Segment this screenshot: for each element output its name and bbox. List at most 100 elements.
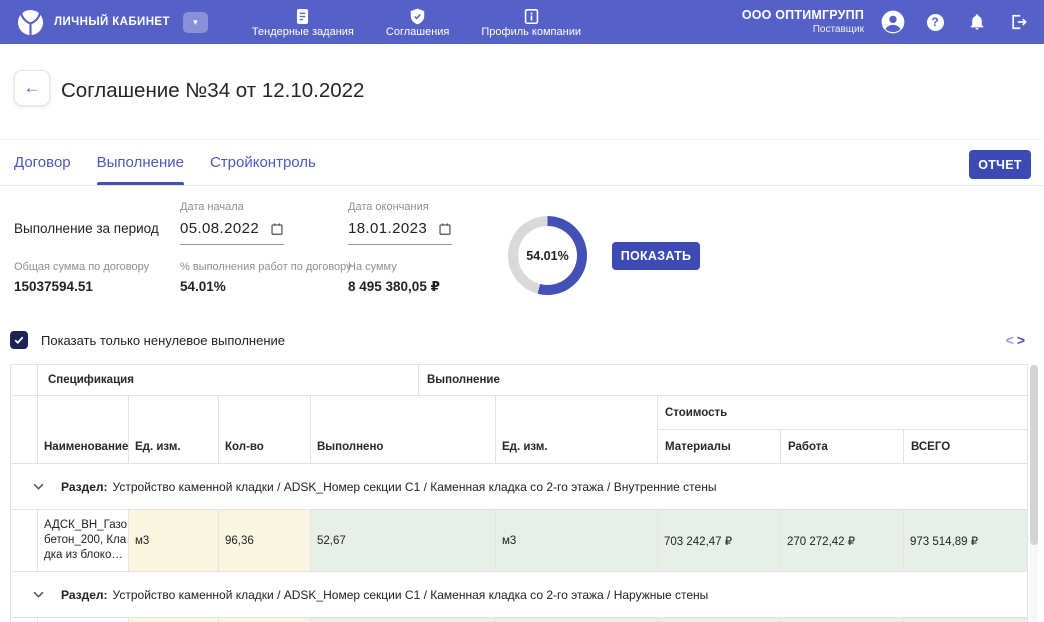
execution-table: Спецификация Выполнение Наименование мат… — [10, 364, 1028, 622]
calendar-icon[interactable] — [438, 222, 452, 236]
column-header-unit: Ед. изм. — [129, 396, 219, 463]
company-info-icon — [522, 7, 541, 26]
calendar-icon[interactable] — [270, 222, 284, 236]
section-row[interactable]: Раздел: Устройство каменной кладки / ADSK… — [11, 464, 1027, 510]
row-expand-cell — [11, 618, 38, 622]
tab-construction-control[interactable]: Стройконтроль — [210, 140, 316, 185]
column-header-work: Работа — [781, 430, 904, 463]
date-end-value: 18.01.2023 — [348, 220, 427, 237]
tabs-bar: Договор Выполнение Стройконтроль ОТЧЕТ — [0, 139, 1044, 186]
scroll-right-icon[interactable]: > — [1017, 331, 1025, 349]
expand-column-header — [11, 365, 38, 395]
date-start-label: Дата начала — [180, 201, 284, 213]
date-start-input[interactable]: 05.08.2022 — [180, 220, 284, 245]
cell-work — [781, 618, 904, 622]
cell-material-name: АДСК_ВН_Газобетон_200, Кладка из блоков … — [38, 510, 129, 571]
tabs: Договор Выполнение Стройконтроль — [0, 140, 1044, 185]
group-header-specification: Спецификация — [38, 365, 419, 395]
completion-donut-label: 54.01% — [508, 216, 587, 295]
sum-stat: На сумму 8 495 380,05 ₽ — [348, 261, 440, 295]
brand[interactable]: ЛИЧНЫЙ КАБИНЕТ ▾ — [0, 9, 208, 36]
completion-donut: 54.01% — [508, 216, 587, 295]
nav-item-company-profile[interactable]: Профиль компании — [481, 7, 581, 38]
brand-dropdown-button[interactable]: ▾ — [183, 12, 208, 33]
percent-done-stat: % выполнения работ по договору 54.01% — [180, 261, 352, 294]
column-header-done: Выполнено — [311, 396, 496, 463]
nonzero-checkbox[interactable] — [10, 331, 28, 349]
table-row[interactable]: АДСК_ВН_Газобетон_200, Кладка из блоков … — [11, 510, 1027, 572]
document-icon — [293, 7, 312, 26]
tab-execution[interactable]: Выполнение — [97, 140, 184, 185]
row-expand-cell — [11, 510, 38, 571]
table-column-header-row: Наименование материала Ед. изм. Кол-во В… — [11, 396, 1027, 464]
sum-label: На сумму — [348, 261, 440, 273]
nav-item-label: Профиль компании — [481, 26, 581, 38]
cell-done-unit: м3 — [496, 510, 658, 571]
table-group-header-row: Спецификация Выполнение — [11, 365, 1027, 396]
main-nav: Тендерные задания Соглашения — [252, 7, 581, 38]
cell-unit: м3 — [129, 510, 219, 571]
logout-icon — [1009, 12, 1029, 32]
cell-unit — [129, 618, 219, 622]
column-header-material-name: Наименование материала — [38, 396, 129, 463]
table-scroll-arrows: < > — [1006, 331, 1025, 349]
section-collapse-icon[interactable] — [33, 591, 44, 598]
nonzero-checkbox-label: Показать только ненулевое выполнение — [41, 333, 285, 348]
user-avatar-icon — [880, 9, 906, 35]
section-title: Раздел: Устройство каменной кладки / ADSK… — [61, 588, 708, 602]
section-row[interactable]: Раздел: Устройство каменной кладки / ADSK… — [11, 572, 1027, 618]
section-prefix: Раздел: — [61, 480, 108, 494]
contract-total-value: 15037594.51 — [14, 279, 149, 294]
cell-material-name: АДСК_НР_Газобетон_200, Кладка из блоков — [38, 618, 129, 622]
top-bar-right: ООО ОПТИМГРУПП Поставщик ? — [742, 8, 1044, 36]
chevron-down-icon: ▾ — [193, 17, 198, 28]
logo-icon — [17, 9, 44, 36]
group-header-execution: Выполнение — [419, 365, 1027, 395]
bell-icon — [968, 13, 986, 31]
column-header-done-unit: Ед. изм. — [496, 396, 658, 463]
tab-contract[interactable]: Договор — [14, 140, 71, 185]
brand-label: ЛИЧНЫЙ КАБИНЕТ — [54, 16, 170, 28]
company-role: Поставщик — [742, 24, 864, 37]
date-start-value: 05.08.2022 — [180, 220, 259, 237]
account-button[interactable] — [880, 9, 906, 35]
scroll-left-icon[interactable]: < — [1006, 331, 1014, 349]
company-block: ООО ОПТИМГРУПП Поставщик — [742, 8, 864, 36]
section-title-text: Устройство каменной кладки / ADSK_Номер … — [113, 588, 709, 602]
app-window: ЛИЧНЫЙ КАБИНЕТ ▾ Тендерные задания — [0, 0, 1044, 622]
period-label: Выполнение за период — [14, 221, 159, 236]
section-collapse-icon[interactable] — [33, 483, 44, 490]
group-header-cost: Стоимость — [658, 396, 1027, 430]
company-name: ООО ОПТИМГРУПП — [742, 8, 864, 24]
page-title: Соглашение №34 от 12.10.2022 — [61, 79, 364, 103]
cell-total — [904, 618, 1027, 622]
show-button[interactable]: ПОКАЗАТЬ — [612, 242, 700, 270]
cell-done-unit — [496, 618, 658, 622]
section-title-text: Устройство каменной кладки / ADSK_Номер … — [113, 480, 717, 494]
logout-button[interactable] — [1006, 9, 1032, 35]
column-header-total: ВСЕГО — [904, 430, 1027, 463]
scrollbar-thumb[interactable] — [1030, 365, 1038, 545]
cell-quantity: 96,36 — [219, 510, 311, 571]
nav-item-agreements[interactable]: Соглашения — [386, 7, 450, 38]
percent-done-value: 54.01% — [180, 279, 352, 294]
help-button[interactable]: ? — [922, 9, 948, 35]
back-button[interactable]: ← — [14, 70, 50, 106]
cell-total: 973 514,89 ₽ — [904, 510, 1027, 571]
back-arrow-icon: ← — [24, 78, 41, 98]
notifications-button[interactable] — [964, 9, 990, 35]
cell-work: 270 272,42 ₽ — [781, 510, 904, 571]
report-button[interactable]: ОТЧЕТ — [969, 150, 1031, 179]
column-header-materials: Материалы — [658, 430, 781, 463]
date-end-input[interactable]: 18.01.2023 — [348, 220, 452, 245]
contract-total-label: Общая сумма по договору — [14, 261, 149, 273]
cell-done: 52,67 — [311, 510, 496, 571]
vertical-scrollbar[interactable] — [1030, 365, 1038, 622]
section-prefix: Раздел: — [61, 588, 108, 602]
table-row[interactable]: АДСК_НР_Газобетон_200, Кладка из блоков — [11, 618, 1027, 622]
cell-done — [311, 618, 496, 622]
cell-materials — [658, 618, 781, 622]
cell-quantity — [219, 618, 311, 622]
nonzero-filter-row: Показать только ненулевое выполнение — [10, 331, 285, 349]
nav-item-tenders[interactable]: Тендерные задания — [252, 7, 354, 38]
